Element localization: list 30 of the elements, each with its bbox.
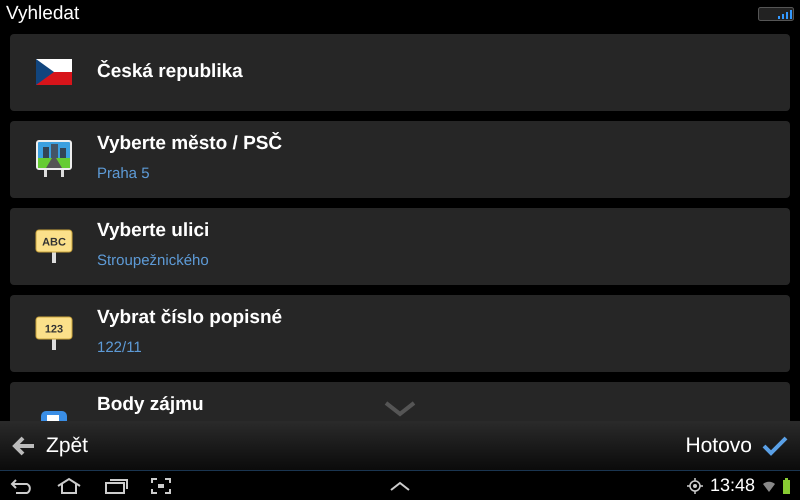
flag-icon: [36, 59, 72, 86]
item-title: Česká republika: [97, 61, 243, 84]
home-icon[interactable]: [56, 476, 82, 495]
item-title: Vybrat číslo popisné: [97, 306, 282, 329]
list-item[interactable]: ABC Vyberte ulici Stroupežnického: [10, 208, 790, 285]
back-icon[interactable]: [10, 476, 34, 495]
wifi-icon: [762, 478, 776, 493]
chevron-up-icon[interactable]: [389, 480, 411, 492]
item-value: Stroupežnického: [97, 252, 210, 269]
item-title: Vyberte město / PSČ: [97, 132, 282, 155]
battery-icon: [783, 478, 790, 494]
arrow-left-icon: [12, 436, 36, 456]
item-value: Praha 5: [97, 164, 151, 182]
checkmark-icon: [762, 436, 788, 456]
item-value: 122/11: [97, 338, 143, 356]
city-sign-icon: [34, 139, 72, 180]
item-title: Body zájmu: [97, 394, 204, 416]
list-item[interactable]: Vyberte město / PSČ Praha 5: [10, 120, 790, 198]
gps-signal-icon: [758, 6, 794, 21]
location-icon: [686, 478, 703, 494]
window-title: Vyhledat: [6, 2, 80, 25]
list-item[interactable]: 123 Vybrat číslo popisné 122/11: [10, 294, 790, 372]
list-item[interactable]: Česká republika: [10, 34, 790, 111]
screenshot-icon[interactable]: [150, 476, 172, 495]
list-item[interactable]: Body zájmu: [10, 382, 790, 421]
clock: 13:48: [710, 475, 755, 496]
recent-apps-icon[interactable]: [104, 476, 128, 495]
done-button[interactable]: Hotovo: [681, 430, 792, 462]
back-button[interactable]: Zpět: [8, 430, 92, 462]
item-title: Vyberte ulici: [97, 220, 210, 242]
